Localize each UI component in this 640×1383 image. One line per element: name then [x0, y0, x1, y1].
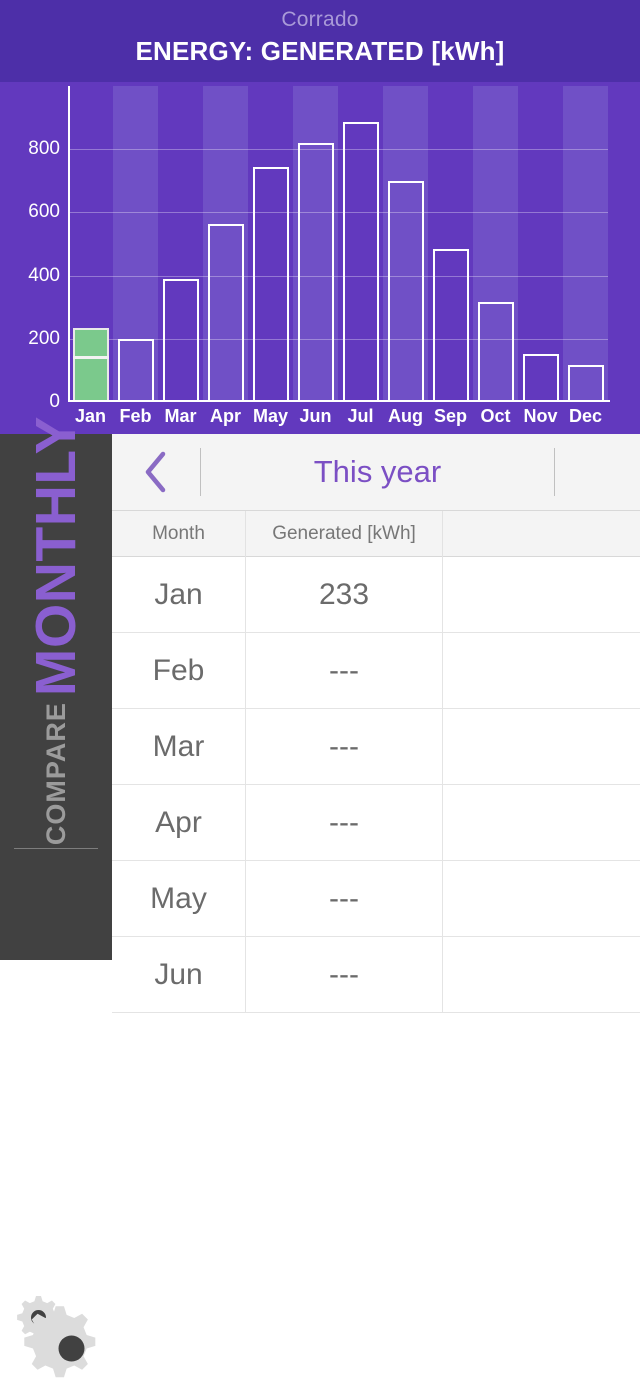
table-row[interactable]: Jun ---: [112, 937, 640, 1013]
x-tick-label: May: [252, 406, 288, 426]
chart-bar-nov[interactable]: [522, 353, 559, 402]
cell-month: May: [112, 861, 246, 936]
column-header-generated: Generated [kWh]: [246, 511, 443, 557]
table-body: Jan 233 Feb --- Mar --- Apr --- May --- Jun ---: [112, 557, 640, 1013]
sidebar-monthly-label: MONTHLY: [23, 416, 88, 697]
table-row[interactable]: Feb ---: [112, 633, 640, 709]
cell-generated: ---: [246, 709, 443, 784]
table-header-row: Month Generated [kWh]: [112, 511, 640, 557]
chart-bar-jun[interactable]: [297, 142, 334, 402]
cell-extra: [443, 633, 640, 708]
chart-bar-jul[interactable]: [342, 122, 379, 402]
cell-generated: ---: [246, 861, 443, 936]
column-header-month: Month: [112, 511, 246, 557]
gears-icon[interactable]: [14, 1292, 104, 1378]
x-tick-label: Aug: [388, 406, 423, 426]
chart-bar-apr[interactable]: [207, 224, 244, 402]
energy-bar-chart[interactable]: 0 200 400 600 800 Jan Feb Mar Apr May Jun Jul Aug Se…: [0, 82, 640, 434]
monthly-data-table: Month Generated [kWh] Jan 233 Feb --- Mar ---…: [112, 511, 640, 1013]
y-tick-label: 600: [28, 201, 60, 223]
chart-gridline: [68, 149, 608, 151]
header-subtitle: Corrado: [281, 8, 359, 31]
x-tick-label: Mar: [164, 406, 197, 426]
chart-bar-mar[interactable]: [162, 278, 199, 402]
cell-month: Apr: [112, 785, 246, 860]
cell-generated: ---: [246, 633, 443, 708]
chart-bar-feb[interactable]: [117, 338, 154, 402]
page-title: ENERGY: GENERATED [kWh]: [135, 36, 505, 66]
table-row[interactable]: Jan 233: [112, 557, 640, 633]
cell-month: Feb: [112, 633, 246, 708]
cell-extra: [443, 861, 640, 936]
chevron-left-icon: [145, 451, 166, 493]
chart-y-axis: 0 200 400 600 800: [0, 82, 60, 434]
column-header-extra: [443, 511, 640, 557]
period-title: This year: [313, 454, 442, 489]
y-tick-label: 800: [28, 138, 60, 160]
x-axis-line: [68, 400, 610, 402]
chart-bar-aug[interactable]: [387, 180, 424, 402]
y-tick-label: 400: [28, 264, 60, 286]
x-tick-label: Apr: [210, 406, 241, 426]
next-period-button[interactable]: [555, 434, 640, 510]
chart-bar-may[interactable]: [252, 166, 289, 402]
chart-gridline: [68, 212, 608, 214]
sidebar-divider: [14, 848, 98, 849]
cell-generated: ---: [246, 785, 443, 860]
chart-bar-sep[interactable]: [432, 249, 469, 402]
cell-generated: 233: [246, 557, 443, 632]
x-tick-label: Nov: [523, 406, 558, 426]
x-tick-label: Dec: [568, 406, 603, 426]
previous-period-button[interactable]: [112, 434, 200, 510]
cell-generated: ---: [246, 937, 443, 1012]
cell-month: Jan: [112, 557, 246, 632]
cell-month: Jun: [112, 937, 246, 1012]
chart-bar-dec[interactable]: [567, 364, 604, 402]
y-axis-line: [68, 86, 70, 402]
period-navigation-bar: This year: [112, 434, 640, 511]
y-tick-label: 200: [28, 327, 60, 349]
cell-extra: [443, 937, 640, 1012]
chart-bar-jan[interactable]: [72, 328, 109, 402]
sidebar-mode-label-group[interactable]: COMPARE MONTHLY: [0, 408, 112, 932]
x-tick-label: Feb: [119, 406, 152, 426]
x-tick-label: Jul: [347, 406, 374, 426]
app-header: Corrado ENERGY: GENERATED [kWh]: [0, 0, 640, 82]
sidebar-compare-label: COMPARE: [40, 702, 71, 846]
table-row[interactable]: May ---: [112, 861, 640, 937]
cell-extra: [443, 709, 640, 784]
chart-band: [563, 86, 608, 402]
left-sidebar: COMPARE MONTHLY: [0, 416, 112, 1378]
x-tick-label: Oct: [480, 406, 511, 426]
chart-bar-oct[interactable]: [477, 302, 514, 402]
cell-extra: [443, 785, 640, 860]
x-tick-label: Sep: [433, 406, 467, 426]
table-row[interactable]: Apr ---: [112, 785, 640, 861]
x-tick-label: Jun: [299, 406, 332, 426]
table-row[interactable]: Mar ---: [112, 709, 640, 785]
cell-month: Mar: [112, 709, 246, 784]
chart-bar-split-line: [72, 355, 109, 359]
chart-plot-area: [68, 86, 608, 402]
cell-extra: [443, 557, 640, 632]
chart-gridline: [68, 275, 608, 277]
